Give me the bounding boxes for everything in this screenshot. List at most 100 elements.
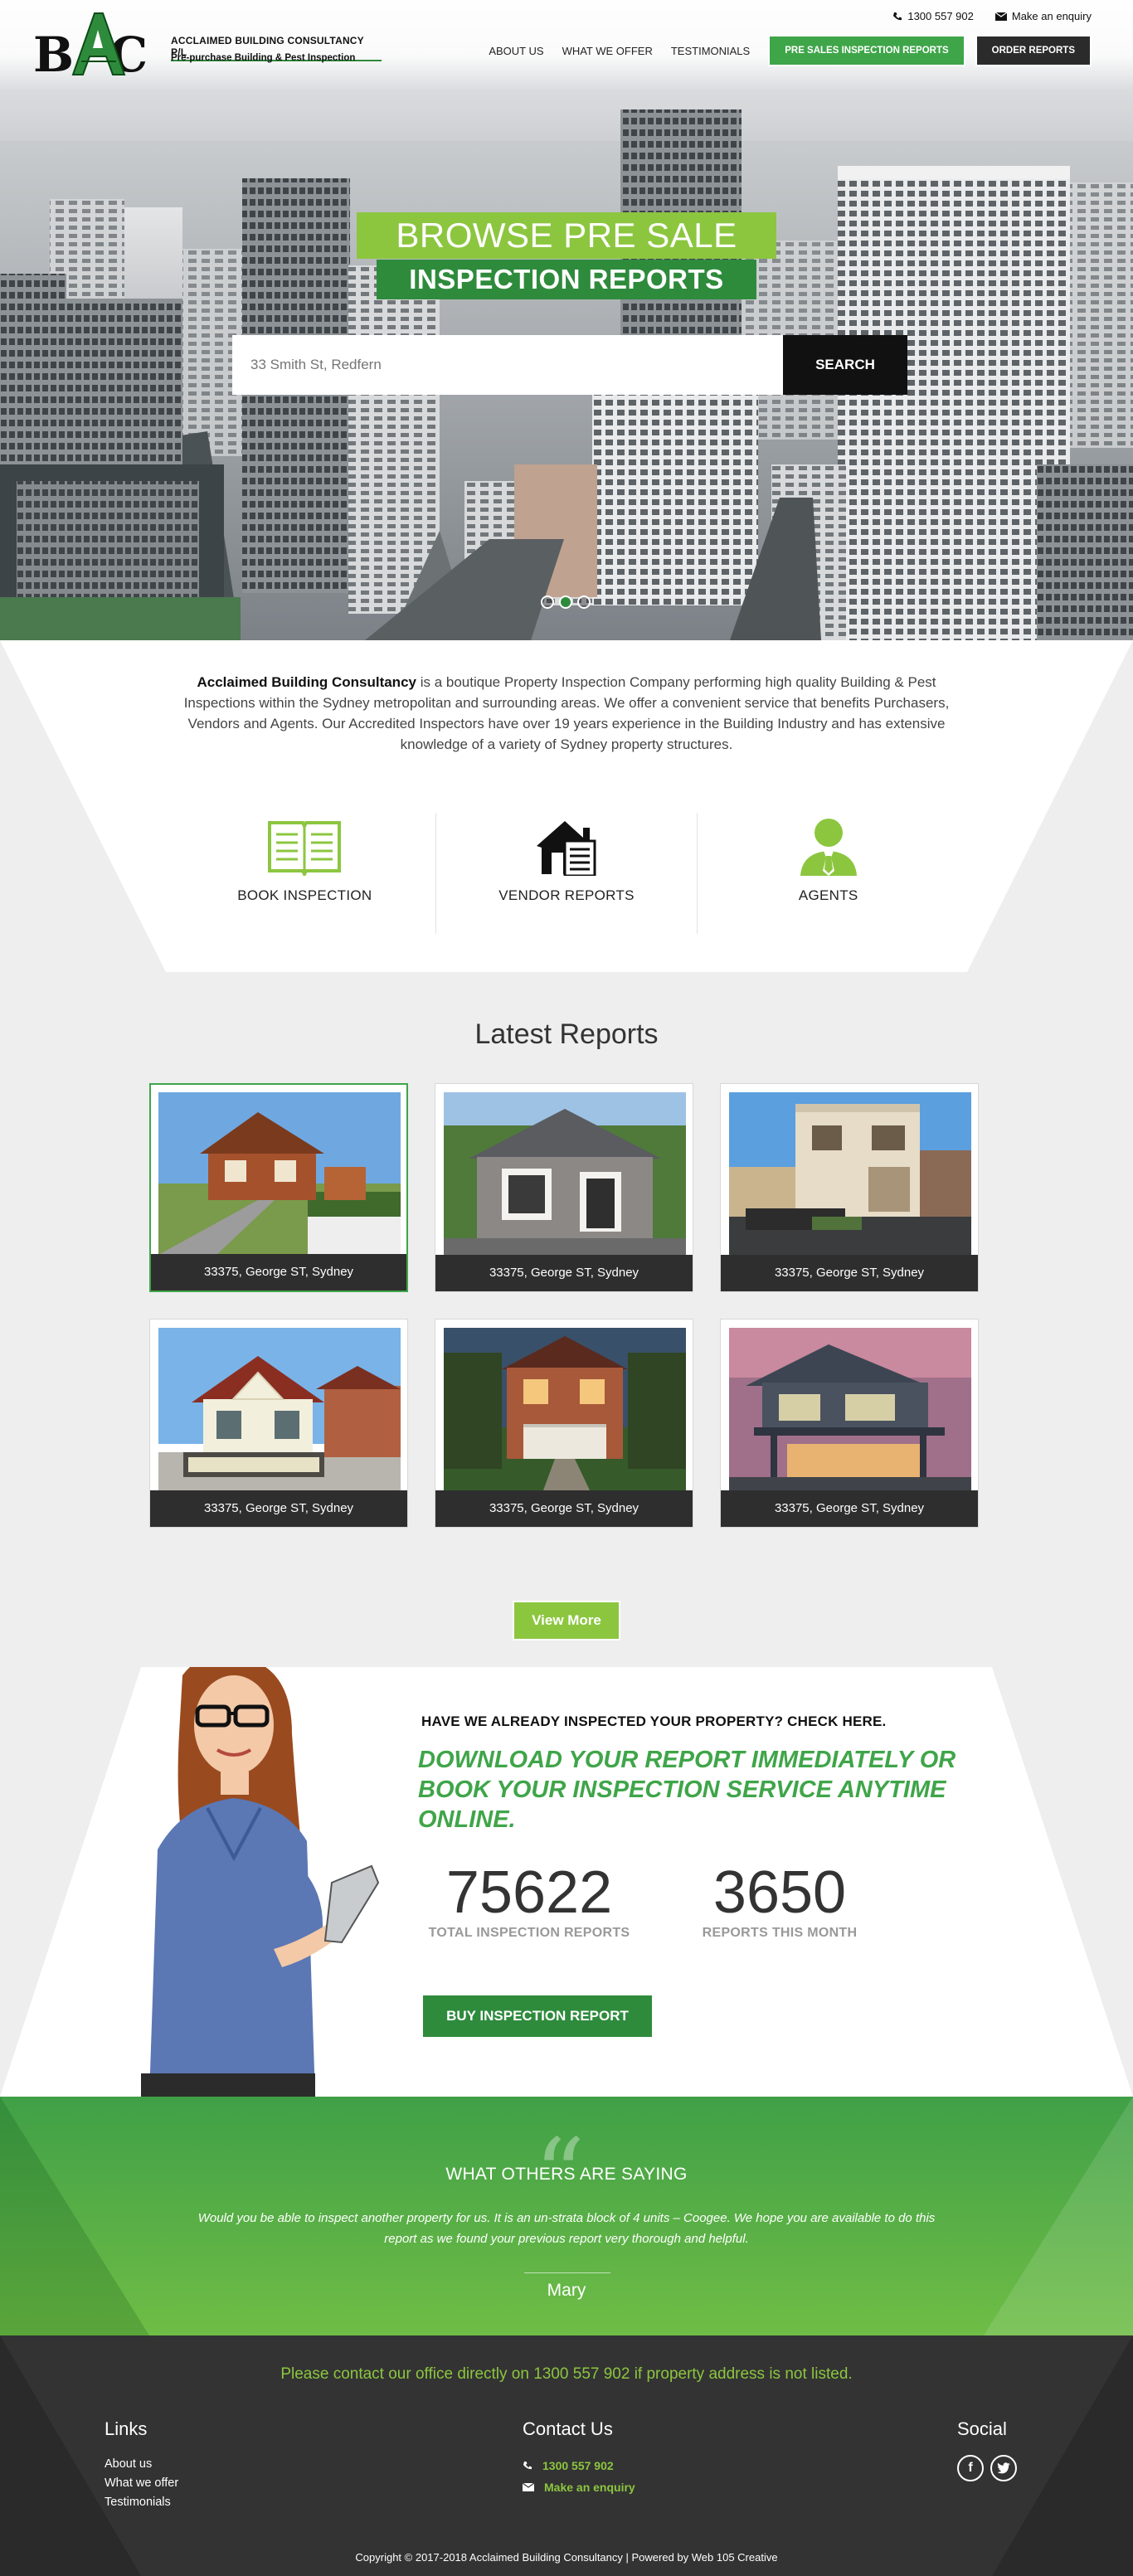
view-more-button[interactable]: View More xyxy=(513,1601,620,1640)
stat-reports-month: 3650 REPORTS THIS MONTH xyxy=(697,1859,863,1941)
report-card[interactable]: 33375, George ST, Sydney xyxy=(720,1083,979,1292)
divider xyxy=(524,2272,610,2273)
report-caption: 33375, George ST, Sydney xyxy=(721,1490,978,1527)
report-card[interactable]: 33375, George ST, Sydney xyxy=(149,1319,408,1528)
footer-link-about-us[interactable]: About us xyxy=(105,2455,178,2474)
footer-phone-link[interactable]: 1300 557 902 xyxy=(523,2455,635,2476)
feature-label-vendor: VENDOR REPORTS xyxy=(498,887,635,903)
slider-dot-2[interactable] xyxy=(559,595,572,609)
hero-section: B C ACCLAIMED BUILDING CONSULTANCY P/L P… xyxy=(0,0,1133,640)
twitter-icon[interactable] xyxy=(990,2455,1017,2481)
footer-social-title: Social xyxy=(957,2418,1007,2439)
logo[interactable]: B C ACCLAIMED BUILDING CONSULTANCY P/L P… xyxy=(33,12,382,78)
address-search-form: SEARCH xyxy=(232,335,907,395)
footer-link-testimonials[interactable]: Testimonials xyxy=(105,2493,178,2512)
footer-contact: Contact Us 1300 557 902 Make an enquiry xyxy=(523,2418,635,2498)
check-headline: DOWNLOAD YOUR REPORT IMMEDIATELY OR BOOK… xyxy=(418,1747,956,1833)
footer-links-title: Links xyxy=(105,2418,148,2439)
feature-book-inspection[interactable]: BOOK INSPECTION xyxy=(174,813,436,934)
nav-what-we-offer[interactable]: WHAT WE OFFER xyxy=(562,45,653,57)
slider-dot-1[interactable] xyxy=(541,595,554,609)
report-house-image xyxy=(729,1328,971,1490)
check-question: HAVE WE ALREADY INSPECTED YOUR PROPERTY?… xyxy=(421,1713,887,1729)
report-house-image xyxy=(444,1092,686,1255)
feature-links: BOOK INSPECTION VENDOR REPORTS AGENTS xyxy=(174,813,959,934)
report-card[interactable]: 33375, George ST, Sydney xyxy=(149,1083,408,1292)
pre-sales-reports-button[interactable]: PRE SALES INSPECTION REPORTS xyxy=(768,35,965,66)
report-caption: 33375, George ST, Sydney xyxy=(151,1254,406,1290)
footer-enquiry: Make an enquiry xyxy=(544,2481,635,2494)
stat-reports-month-label: REPORTS THIS MONTH xyxy=(702,1926,858,1940)
company-tagline: Pre-purchase Building & Pest Inspection xyxy=(171,53,356,63)
report-house-image xyxy=(729,1092,971,1255)
report-house-image xyxy=(444,1328,686,1490)
intro-text: Acclaimed Building Consultancy is a bout… xyxy=(163,672,970,755)
nav-testimonials[interactable]: TESTIMONIALS xyxy=(671,45,750,57)
latest-reports-section: Latest Reports 33375, George ST, Sydney xyxy=(0,972,1133,1667)
feature-label-agents: AGENTS xyxy=(798,887,858,903)
woman-with-tablet-image xyxy=(141,1667,380,2097)
footer-enquiry-link[interactable]: Make an enquiry xyxy=(523,2476,635,2498)
nav-about-us[interactable]: ABOUT US xyxy=(489,45,543,57)
testimonial-heading: WHAT OTHERS ARE SAYING xyxy=(445,2165,688,2184)
report-caption: 33375, George ST, Sydney xyxy=(150,1490,407,1527)
testimonial-quote: Would you be able to inspect another pro… xyxy=(197,2211,936,2246)
enquiry-link[interactable]: Make an enquiry xyxy=(994,10,1092,22)
house-document-icon xyxy=(537,821,596,876)
top-contact-bar: 1300 557 902 Make an enquiry xyxy=(892,10,1092,22)
enquiry-label: Make an enquiry xyxy=(1011,10,1092,22)
search-button[interactable]: SEARCH xyxy=(783,335,907,395)
report-caption: 33375, George ST, Sydney xyxy=(435,1255,693,1291)
agent-icon xyxy=(800,819,857,876)
slider-dot-3[interactable] xyxy=(577,595,591,609)
report-house-image xyxy=(158,1092,401,1255)
report-card[interactable]: 33375, George ST, Sydney xyxy=(720,1319,979,1528)
mail-icon xyxy=(523,2483,534,2491)
phone-number: 1300 557 902 xyxy=(907,10,974,22)
footer-links: Links About us What we offer Testimonial… xyxy=(105,2418,178,2512)
testimonial-author: Mary xyxy=(547,2281,586,2300)
footer-link-what-we-offer[interactable]: What we offer xyxy=(105,2474,178,2493)
slider-dots xyxy=(541,595,591,609)
report-card[interactable]: 33375, George ST, Sydney xyxy=(435,1319,693,1528)
copyright-text: Copyright © 2017-2018 Acclaimed Building… xyxy=(355,2551,778,2564)
stat-total-reports: 75622 TOTAL INSPECTION REPORTS xyxy=(423,1859,635,1941)
intro-company-name: Acclaimed Building Consultancy xyxy=(197,674,416,690)
feature-label-book: BOOK INSPECTION xyxy=(237,887,372,903)
hero-title-line2: INSPECTION REPORTS xyxy=(377,260,756,299)
decor-triangle-right xyxy=(967,640,1133,972)
reports-grid: 33375, George ST, Sydney 33375, George S… xyxy=(149,1083,979,1528)
main-nav: ABOUT US WHAT WE OFFER TESTIMONIALS PRE … xyxy=(489,35,1092,66)
mail-icon xyxy=(994,12,1007,21)
book-icon xyxy=(268,821,342,876)
address-search-input[interactable] xyxy=(232,335,783,395)
phone-icon xyxy=(523,2462,532,2470)
testimonial-section: “ WHAT OTHERS ARE SAYING Would you be ab… xyxy=(0,2097,1133,2335)
bac-logo-mark: B C xyxy=(33,12,148,76)
social-icons: f xyxy=(957,2455,1017,2481)
footer-phone: 1300 557 902 xyxy=(542,2459,614,2472)
buy-inspection-report-button[interactable]: BUY INSPECTION REPORT xyxy=(423,1995,652,2037)
stat-total-reports-value: 75622 xyxy=(445,1859,613,1926)
report-caption: 33375, George ST, Sydney xyxy=(435,1490,693,1527)
feature-agents[interactable]: AGENTS xyxy=(698,813,959,934)
city-skyline-image xyxy=(0,109,1133,640)
phone-link[interactable]: 1300 557 902 xyxy=(892,10,974,22)
facebook-icon[interactable]: f xyxy=(957,2455,984,2481)
stat-total-reports-label: TOTAL INSPECTION REPORTS xyxy=(428,1926,630,1940)
decor-triangle-left xyxy=(0,640,166,972)
footer-contact-title: Contact Us xyxy=(523,2418,613,2439)
hero-title-line1: BROWSE PRE SALE xyxy=(357,212,776,259)
section-title-latest-reports: Latest Reports xyxy=(474,1018,659,1050)
phone-icon xyxy=(893,12,902,20)
svg-text:B: B xyxy=(33,27,74,76)
feature-vendor-reports[interactable]: VENDOR REPORTS xyxy=(436,813,698,934)
footer: Please contact our office directly on 13… xyxy=(0,2335,1133,2576)
footer-notice: Please contact our office directly on 13… xyxy=(280,2365,853,2383)
report-card[interactable]: 33375, George ST, Sydney xyxy=(435,1083,693,1292)
check-property-section: HAVE WE ALREADY INSPECTED YOUR PROPERTY?… xyxy=(0,1667,1133,2097)
intro-section: Acclaimed Building Consultancy is a bout… xyxy=(0,640,1133,972)
order-reports-button[interactable]: ORDER REPORTS xyxy=(975,35,1092,66)
report-caption: 33375, George ST, Sydney xyxy=(721,1255,978,1291)
report-house-image xyxy=(158,1328,401,1490)
